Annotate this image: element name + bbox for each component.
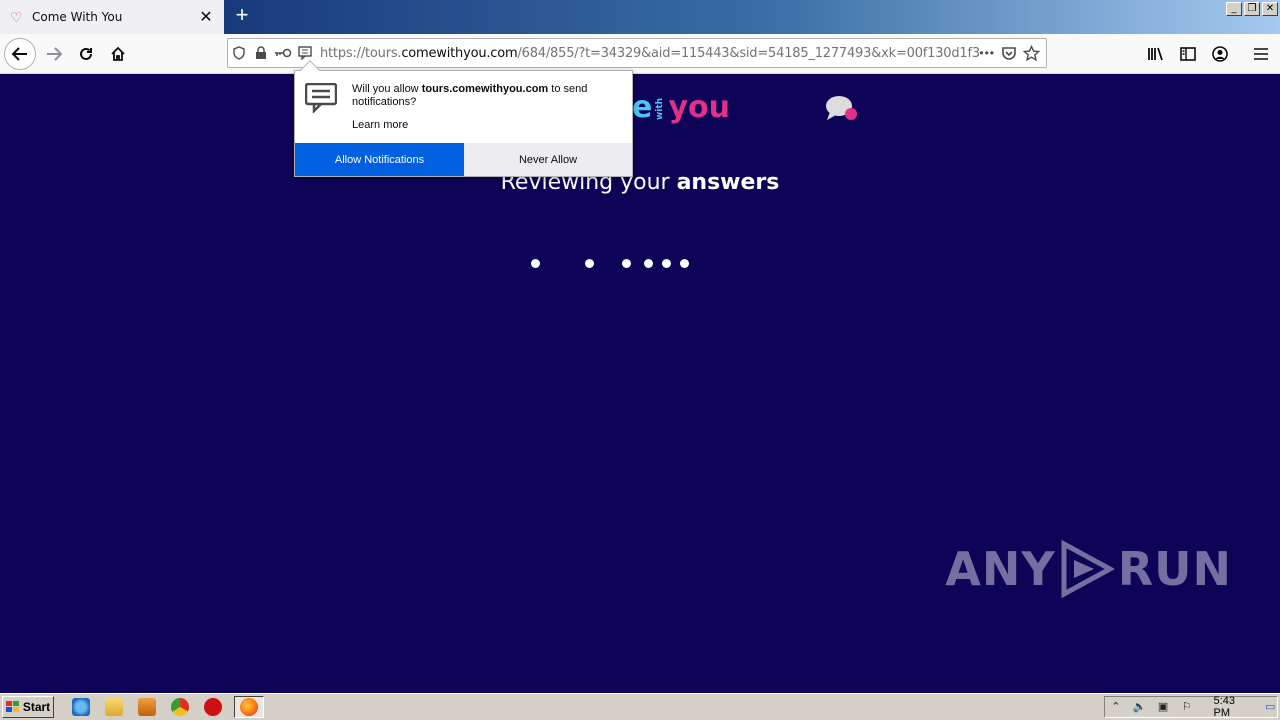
account-icon <box>1212 46 1228 62</box>
reload-icon <box>80 47 92 60</box>
lock-icon[interactable] <box>250 42 272 64</box>
key-permission-icon[interactable] <box>272 42 294 64</box>
web-page: e with you Reviewing your answers <box>0 74 1280 691</box>
loading-dot <box>531 259 540 268</box>
tab-close-icon[interactable]: ✕ <box>198 7 214 27</box>
hamburger-menu-icon <box>1254 48 1268 60</box>
tray-expand-icon[interactable]: ⌃ <box>1109 700 1123 714</box>
logo-you: you <box>668 90 730 125</box>
opera-icon[interactable] <box>204 698 222 716</box>
url-path: /684/855/?t=34329&aid=115443&sid=54185_1… <box>517 45 980 61</box>
back-arrow-icon <box>11 47 27 61</box>
site-logo: e with you <box>632 90 730 125</box>
logo-e: e <box>632 90 653 125</box>
window-controls: _ ❐ ✕ <box>1226 2 1278 16</box>
learn-more-link[interactable]: Learn more <box>352 119 408 131</box>
account-button[interactable] <box>1206 38 1234 70</box>
volume-icon[interactable]: 🔈 <box>1133 700 1147 714</box>
bookmark-star-icon[interactable] <box>1023 44 1040 62</box>
minimize-button[interactable]: _ <box>1226 2 1242 16</box>
never-allow-button[interactable]: Never Allow <box>464 143 632 176</box>
url-bar[interactable]: https://tours.comewithyou.com/684/855/?t… <box>227 38 1047 68</box>
loading-dot <box>680 259 689 268</box>
popup-message-prefix: Will you allow <box>352 83 422 95</box>
media-player-icon[interactable] <box>138 698 156 716</box>
start-button[interactable]: Start <box>2 696 54 718</box>
new-tab-button[interactable]: + <box>230 4 254 28</box>
heading-bold: answers <box>676 170 780 195</box>
home-icon <box>111 46 125 61</box>
notification-permission-icon[interactable] <box>294 42 316 64</box>
url-actions: ••• <box>979 44 1046 62</box>
flag-icon[interactable]: ⚐ <box>1180 700 1194 714</box>
restore-button[interactable]: ❐ <box>1244 2 1260 16</box>
forward-arrow-icon <box>47 47 63 61</box>
pocket-icon[interactable] <box>1001 45 1017 61</box>
firefox-taskbar-button[interactable] <box>234 696 264 718</box>
title-bar: ♡ Come With You ✕ + _ ❐ ✕ <box>0 0 1280 34</box>
internet-explorer-icon[interactable] <box>72 698 90 716</box>
loading-dot <box>585 259 594 268</box>
loading-dot <box>622 259 631 268</box>
watermark-right: RUN <box>1117 542 1232 596</box>
file-explorer-icon[interactable] <box>105 698 123 716</box>
tracking-shield-icon[interactable] <box>228 42 250 64</box>
page-heading: Reviewing your answers <box>0 170 1280 195</box>
tab-title: Come With You <box>32 10 123 24</box>
forward-button[interactable] <box>38 38 70 70</box>
nav-toolbar: https://tours.comewithyou.com/684/855/?t… <box>0 34 1280 74</box>
loading-dot <box>662 259 671 268</box>
page-actions-button[interactable]: ••• <box>979 46 995 60</box>
popup-actions: Allow Notifications Never Allow <box>295 143 632 176</box>
notification-permission-popup: Will you allow tours.comewithyou.com to … <box>294 60 633 177</box>
chrome-icon[interactable] <box>171 698 189 716</box>
clock[interactable]: 5:43 PM <box>1214 695 1254 719</box>
show-desktop-icon[interactable]: ▭ <box>1263 700 1277 714</box>
anyrun-watermark: ANY RUN <box>945 540 1232 598</box>
menu-button[interactable] <box>1247 38 1275 70</box>
start-label: Start <box>22 700 51 714</box>
url-text[interactable]: https://tours.comewithyou.com/684/855/?t… <box>316 46 979 61</box>
windows-logo-icon <box>5 701 19 712</box>
loading-dot <box>644 259 653 268</box>
sidebar-icon <box>1180 47 1196 61</box>
system-tray: ⌃ 🔈 ▣ ⚐ 5:43 PM ▭ <box>1104 695 1278 719</box>
notification-bubble-icon <box>305 83 337 113</box>
taskbar: Start ⌃ 🔈 ▣ ⚐ 5:43 PM ▭ <box>0 693 1280 720</box>
back-button[interactable] <box>4 38 36 70</box>
play-logo-icon <box>1061 540 1114 598</box>
reload-button[interactable] <box>70 38 102 70</box>
allow-notifications-button[interactable]: Allow Notifications <box>295 143 464 176</box>
sidebar-button[interactable] <box>1174 38 1202 70</box>
firefox-icon <box>240 698 258 716</box>
watermark-left: ANY <box>945 542 1056 596</box>
library-button[interactable] <box>1142 38 1170 70</box>
home-button[interactable] <box>102 38 134 70</box>
popup-site: tours.comewithyou.com <box>421 83 549 95</box>
url-host: comewithyou.com <box>401 45 518 61</box>
library-icon <box>1148 47 1163 61</box>
browser-tab[interactable]: ♡ Come With You ✕ <box>0 0 224 34</box>
network-icon[interactable]: ▣ <box>1156 700 1170 714</box>
url-prefix: https://tours. <box>320 45 402 61</box>
close-window-button[interactable]: ✕ <box>1262 2 1278 16</box>
popup-message: Will you allow tours.comewithyou.com to … <box>352 83 622 109</box>
chat-bubble-icon <box>826 96 857 120</box>
heart-favicon-icon: ♡ <box>10 9 23 25</box>
logo-with: with <box>655 97 666 120</box>
